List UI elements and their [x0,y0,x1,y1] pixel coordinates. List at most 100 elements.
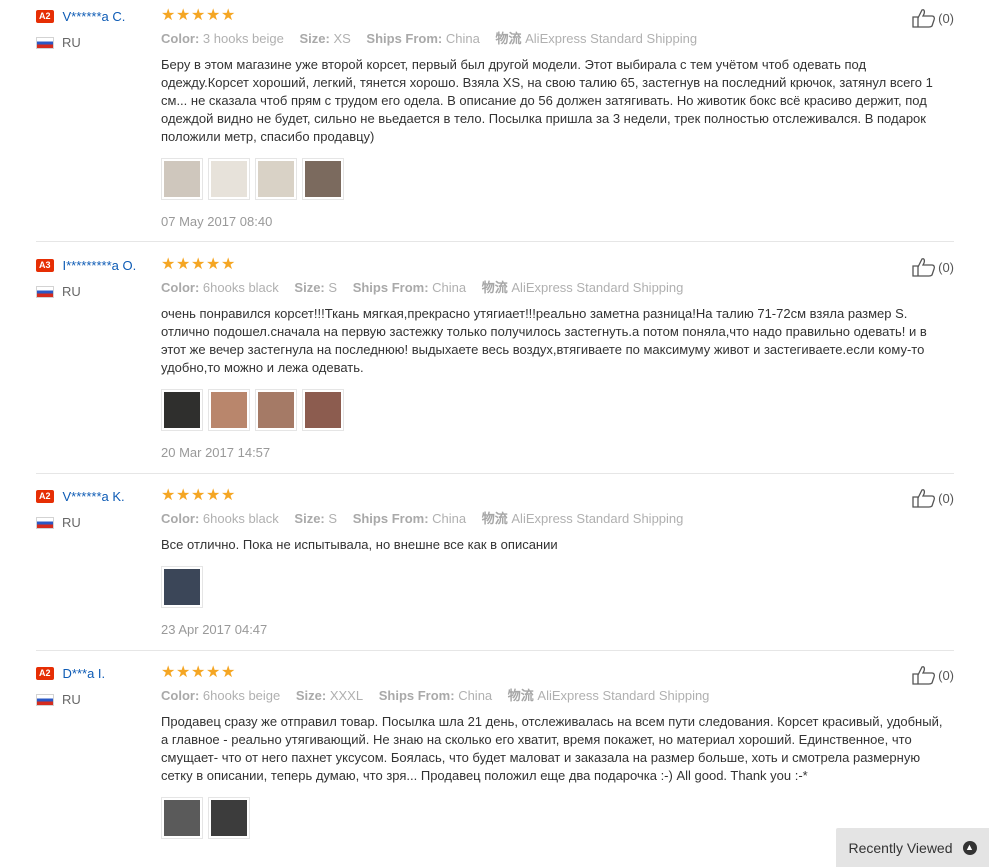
helpful-button[interactable]: (0) [912,488,954,508]
size-label: Size: [294,511,325,526]
helpful-count: (0) [938,667,954,683]
color-value: 6hooks black [202,280,279,295]
chevron-up-icon: ▲ [962,840,977,855]
review-photo-thumb[interactable] [255,389,297,431]
review-text: Беру в этом магазине уже второй корсет, … [161,57,933,144]
review-photo-thumb[interactable] [161,158,203,200]
star-icon: ★ [221,487,236,504]
star-icon: ★ [176,256,191,273]
star-icon: ★ [191,7,206,24]
buyer-level-badge: A2 [36,666,54,680]
size-label: Size: [294,280,325,295]
helpful-button[interactable]: (0) [912,8,954,28]
size-value: XS [333,31,351,46]
review-photos [161,158,951,200]
logistics-value: AliExpress Standard Shipping [511,511,684,526]
star-icon: ★ [161,7,176,24]
helpful-button[interactable]: (0) [912,665,954,685]
reviewer-name[interactable]: I*********a O. [63,258,137,273]
review-date: 07 May 2017 08:40 [161,214,273,229]
star-icon: ★ [206,256,221,273]
country-flag-icon [36,516,54,529]
star-icon: ★ [191,487,206,504]
helpful-count: (0) [938,490,954,506]
helpful-button[interactable]: (0) [912,257,954,277]
review-content: ★ ★ ★ ★ ★ Color: 3 hooks beige Size: XS Ship… [161,8,951,229]
review-text: очень понравился корсет!!!Ткань мягкая,п… [161,306,927,375]
star-icon: ★ [161,487,176,504]
logistics-value: AliExpress Standard Shipping [537,688,710,703]
color-value: 3 hooks beige [202,31,284,46]
star-icon: ★ [191,664,206,681]
country-flag-icon [36,285,54,298]
star-icon: ★ [191,256,206,273]
country-flag-icon [36,693,54,706]
reviewer-name[interactable]: V******a K. [63,489,125,504]
color-value: 6hooks black [202,511,279,526]
reviewer-country: RU [62,35,81,50]
review-photo-thumb[interactable] [208,158,250,200]
country-flag-icon [36,36,54,49]
star-rating: ★ ★ ★ ★ ★ [161,8,951,24]
star-icon: ★ [221,7,236,24]
reviewer-country: RU [62,692,81,707]
logistics-label: 物流 [481,280,508,295]
review-photo-thumb[interactable] [208,389,250,431]
reviewer-info: A2 D***a I. RU [36,665,160,707]
star-icon: ★ [206,664,221,681]
star-icon: ★ [206,7,221,24]
review-content: ★ ★ ★ ★ ★ Color: 6hooks black Size: S Ships … [161,257,951,460]
review-text: Все отлично. Пока не испытывала, но внеш… [161,537,558,552]
star-icon: ★ [206,487,221,504]
review-item: A3 I*********a O. RU ★ ★ ★ ★ ★ Color: 6hooks… [36,257,954,474]
ships-from-label: Ships From: [366,31,443,46]
order-info: Color: 6hooks black Size: S Ships From: … [161,280,951,296]
reviewer-info: A3 I*********a O. RU [36,257,160,299]
buyer-level-badge: A2 [36,9,54,23]
recently-viewed-button[interactable]: Recently Viewed ▲ [836,828,989,867]
star-rating: ★ ★ ★ ★ ★ [161,665,951,681]
logistics-value: AliExpress Standard Shipping [511,280,684,295]
thumbs-up-icon [912,9,936,28]
order-info: Color: 6hooks black Size: S Ships From: … [161,511,951,527]
reviewer-name[interactable]: V******a C. [63,9,126,24]
review-item: A2 D***a I. RU ★ ★ ★ ★ ★ Color: 6hooks beige… [36,665,954,867]
thumbs-up-icon [912,489,936,508]
color-label: Color: [161,280,200,295]
star-rating: ★ ★ ★ ★ ★ [161,257,951,273]
review-photo-thumb[interactable] [161,389,203,431]
review-text: Продавец сразу же отправил товар. Посылк… [161,714,943,783]
reviewer-name[interactable]: D***a I. [63,666,106,681]
review-photo-thumb[interactable] [161,797,203,839]
size-value: XXXL [329,688,364,703]
star-icon: ★ [221,256,236,273]
star-icon: ★ [176,7,191,24]
review-item: A2 V******a C. RU ★ ★ ★ ★ ★ Color: 3 hooks b… [36,8,954,242]
logistics-value: AliExpress Standard Shipping [525,31,698,46]
recently-viewed-label: Recently Viewed [848,839,953,856]
order-info: Color: 3 hooks beige Size: XS Ships From… [161,31,951,47]
buyer-level-badge: A3 [36,258,54,272]
size-label: Size: [299,31,330,46]
review-photo-thumb[interactable] [302,158,344,200]
ships-from-value: China [432,511,467,526]
star-rating: ★ ★ ★ ★ ★ [161,488,951,504]
logistics-label: 物流 [481,511,508,526]
color-label: Color: [161,31,200,46]
color-value: 6hooks beige [202,688,281,703]
star-icon: ★ [221,664,236,681]
star-icon: ★ [161,664,176,681]
review-date: 23 Apr 2017 04:47 [161,622,268,637]
star-icon: ★ [161,256,176,273]
review-photo-thumb[interactable] [255,158,297,200]
review-item: A2 V******a K. RU ★ ★ ★ ★ ★ Color: 6hooks bl… [36,488,954,651]
color-label: Color: [161,511,200,526]
review-photo-thumb[interactable] [161,566,203,608]
size-value: S [328,511,338,526]
logistics-label: 物流 [495,31,522,46]
reviewer-country: RU [62,284,81,299]
ships-from-value: China [458,688,493,703]
review-content: ★ ★ ★ ★ ★ Color: 6hooks black Size: S Ships … [161,488,951,637]
review-photo-thumb[interactable] [208,797,250,839]
review-photo-thumb[interactable] [302,389,344,431]
